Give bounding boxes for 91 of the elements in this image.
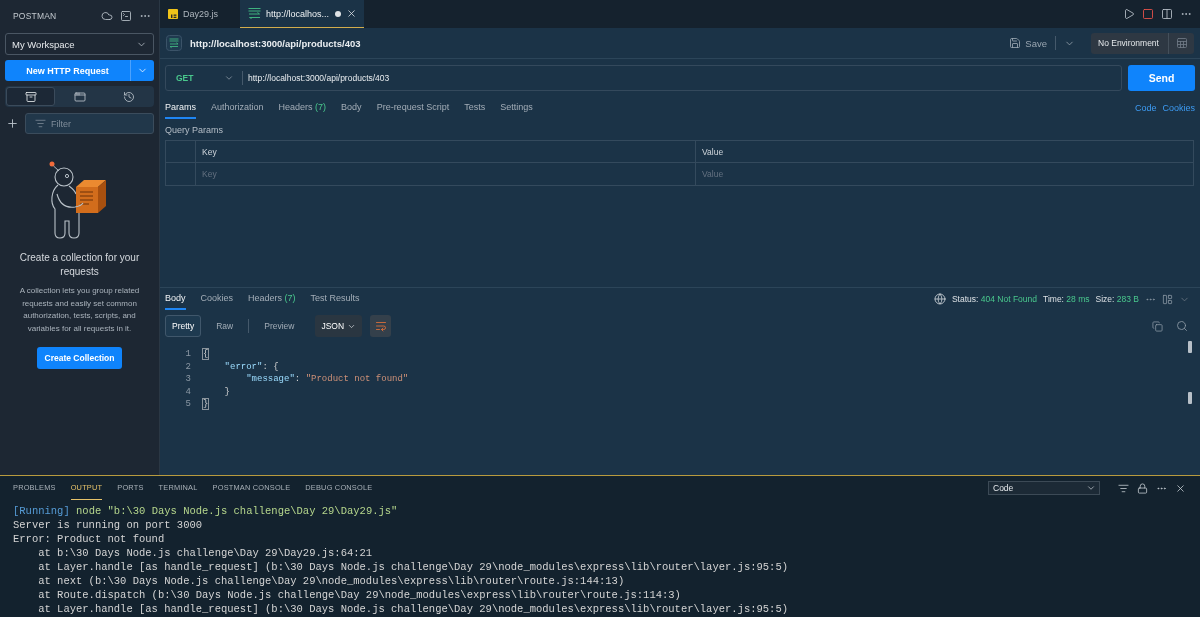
view-mode-tab[interactable]: Raw: [209, 315, 241, 337]
format-dropdown[interactable]: JSON: [315, 315, 363, 337]
code-line: "error": {: [223, 360, 279, 373]
editor-tab[interactable]: Day29.js: [160, 0, 240, 28]
window-icon: [73, 90, 86, 103]
section-label: Query Params: [165, 125, 225, 135]
value-input[interactable]: Value: [702, 169, 1193, 179]
table-icon: [1175, 37, 1188, 49]
search-icon[interactable]: [1176, 320, 1188, 332]
app-title: POSTMAN: [13, 10, 58, 21]
status-text: Status: 404 Not Found: [951, 294, 1038, 304]
empty-state-heading: Create a collection for your requests: [18, 251, 141, 279]
code-line: {: [203, 348, 209, 361]
code-line: "message": "Product not found": [245, 373, 409, 386]
history-icon: [122, 90, 135, 103]
cloud-icon[interactable]: [101, 9, 113, 22]
code-line: }: [203, 398, 209, 411]
method-dropdown[interactable]: GET: [166, 66, 242, 90]
column-header: Key: [202, 146, 217, 157]
create-collection-button[interactable]: Create Collection: [36, 346, 123, 369]
line-number: 5: [184, 399, 191, 410]
scroll-mark: [1188, 341, 1192, 353]
line-number: 4: [184, 386, 191, 397]
close-icon[interactable]: [346, 8, 358, 19]
chevron-icon: [224, 73, 234, 83]
list-icon[interactable]: [1118, 482, 1129, 494]
split-icon[interactable]: [1161, 8, 1173, 20]
request-icon: [166, 35, 182, 51]
close-icon[interactable]: [1175, 482, 1186, 494]
line-number: 3: [184, 374, 191, 385]
response-tab[interactable]: Test Results: [310, 288, 360, 310]
url-bar[interactable]: GET http://localhost:3000/api/products/403: [165, 65, 1122, 91]
send-button[interactable]: Send: [1128, 65, 1195, 91]
output-line: Error: Product not found: [13, 532, 166, 546]
play-icon[interactable]: [1123, 8, 1135, 20]
chevron-icon: [1086, 483, 1096, 493]
response-tab[interactable]: Cookies: [200, 288, 234, 310]
archive-icon: [24, 90, 37, 103]
output-line: at b:\30 Days Node.js challenge\Day 29\Day29.js:64:21: [37, 546, 374, 560]
view-mode-tab[interactable]: Preview: [257, 315, 302, 337]
view-mode-tab[interactable]: Pretty: [165, 315, 202, 337]
response-tab[interactable]: Body: [165, 288, 186, 310]
wrap-icon: [374, 320, 387, 332]
file-icon: [168, 8, 178, 19]
request-tab[interactable]: Settings: [500, 97, 533, 119]
save-button[interactable]: Save: [1009, 37, 1047, 49]
time-text: Time: 28 ms: [1043, 294, 1090, 304]
output-line: at Layer.handle [as handle_request] (b:\30 Days Node.js challenge\Day 29\node_modules\express\lib\router\layer.js:95:5): [37, 602, 790, 616]
stop-icon[interactable]: [1142, 8, 1154, 20]
request-tab[interactable]: Headers (7): [278, 97, 327, 119]
request-tab[interactable]: Tests: [464, 97, 486, 119]
filter-field[interactable]: Filter: [25, 113, 154, 134]
output-line: at next (b:\30 Days Node.js challenge\Day 29\node_modules\express\lib\router\route.js:144:13): [37, 574, 626, 588]
line-number: 2: [184, 361, 191, 372]
empty-state-description: A collection lets you group related requests and easily set common authorization, tests, scripts, and variables for all requests in it.: [18, 285, 141, 336]
request-title: http://localhost:3000/api/products/403: [190, 37, 362, 49]
url-input[interactable]: http://localhost:3000/api/products/403: [248, 73, 1121, 83]
copy-icon[interactable]: [1152, 320, 1163, 332]
filter-icon: [35, 118, 46, 129]
request-tab[interactable]: Pre-request Script: [376, 97, 450, 119]
editor-tab[interactable]: http://localhos...: [240, 0, 365, 28]
filter-input[interactable]: Filter: [51, 118, 147, 129]
column-header: Value: [702, 146, 724, 157]
code-line: }: [223, 385, 230, 398]
size-text: Size: 283 B: [1095, 294, 1139, 304]
output-line: at Route.dispatch (b:\30 Days Node.js challenge\Day 29\node_modules\express\lib\router\route.js:114:3): [37, 588, 682, 602]
request-tab[interactable]: Authorization: [211, 97, 264, 119]
view-tab[interactable]: [6, 87, 55, 106]
new-request-button[interactable]: New HTTP Request: [5, 60, 130, 81]
request-tab[interactable]: Body: [341, 97, 362, 119]
output-channel-dropdown[interactable]: Code: [988, 481, 1100, 495]
request-tab[interactable]: Params: [165, 97, 196, 119]
globe-icon: [933, 293, 946, 305]
output-line: at Layer.handle [as handle_request] (b:\30 Days Node.js challenge\Day 29\node_modules\express\lib\router\layer.js:95:5): [37, 560, 790, 574]
plus-icon[interactable]: [6, 117, 19, 130]
wrap-button[interactable]: [370, 315, 392, 337]
terminal-icon[interactable]: [120, 9, 132, 22]
request-icon: [248, 8, 261, 19]
key-input[interactable]: Key: [202, 169, 695, 179]
line-number: 1: [184, 349, 191, 360]
scroll-mark: [1188, 392, 1192, 404]
lock-icon[interactable]: [1137, 482, 1148, 494]
code-link[interactable]: Code: [1134, 103, 1157, 113]
save-icon: [1009, 37, 1022, 49]
output-line: Server is running on port 3000: [13, 518, 204, 532]
layout-icon[interactable]: [1162, 293, 1173, 305]
workspace-dropdown[interactable]: My Workspace: [5, 33, 154, 55]
cookies-link[interactable]: Cookies: [1162, 103, 1195, 113]
response-tab[interactable]: Headers (7): [248, 288, 296, 310]
output-line: [Running] node "b:\30 Days Node.js challenge\Day 29\Day29.js": [13, 504, 399, 518]
environment-dropdown[interactable]: No Environment: [1091, 32, 1168, 54]
